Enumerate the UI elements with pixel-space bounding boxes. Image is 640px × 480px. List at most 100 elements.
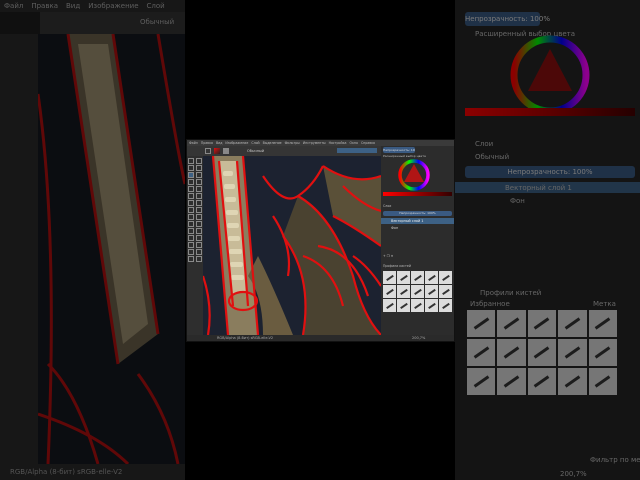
brush-preset[interactable] [425,271,438,284]
bezier-tool-icon[interactable] [188,193,194,199]
text-tool-icon[interactable] [195,158,202,164]
multibrush-icon[interactable] [195,200,202,206]
assistant-tool-icon[interactable] [188,228,194,234]
brush-tool-icon[interactable] [205,148,211,154]
polyline-tool-icon[interactable] [195,186,202,192]
brush-preset[interactable] [411,271,424,284]
brush-preset[interactable] [425,285,438,298]
layer-actions: + ❐ ✕ [383,254,393,258]
bg-presets-title: Профили кистей [480,289,542,297]
bg-layers-opacity: Непрозрачность: 100% [465,166,635,178]
layer-name: Фон [391,226,399,230]
layer-row[interactable]: Фон [381,225,454,231]
bg-blend-mode: Обычный [140,18,175,26]
canvas-area[interactable] [203,156,381,335]
bg-menu-file: Файл [4,2,24,10]
bg-preset [527,339,557,366]
color-history-bar[interactable] [383,192,452,196]
fill-tool-icon[interactable] [188,221,194,227]
pattern-icon[interactable] [223,148,229,154]
brush-preset[interactable] [425,299,438,312]
similar-select-icon[interactable] [195,249,202,255]
crop-tool-icon[interactable] [188,207,194,213]
bg-layer-selected: Векторный слой 1 [455,182,640,193]
bg-preset [527,310,557,337]
bg-preset [467,310,496,337]
add-icon[interactable]: + [383,254,386,258]
delete-icon[interactable]: ✕ [391,254,394,258]
size-slider[interactable] [337,148,377,153]
brush-preset[interactable] [411,299,424,312]
brush-preset[interactable] [397,271,410,284]
bg-menu-edit: Правка [31,2,58,10]
dynamic-brush-icon[interactable] [188,200,194,206]
bg-canvas [38,34,185,464]
bg-preset [467,339,496,366]
brush-preset[interactable] [397,299,410,312]
bg-menu-layer: Слой [146,2,165,10]
status-color-space: RGB/Alpha (8-бит) sRGB-elle-V2 [217,336,274,340]
bg-opacity-pill: Непрозрачность: 100% [465,12,550,26]
polygon-tool-icon[interactable] [188,186,194,192]
bg-brush-search: Метка [593,300,616,308]
brush-preset[interactable] [383,285,396,298]
bg-layer-name-1: Фон [510,197,525,205]
bg-color-wheel [510,35,590,115]
bg-preset [497,310,526,337]
ellipse-select-icon[interactable] [195,235,202,241]
bg-layers-blend: Обычный [475,153,510,161]
bg-color-bar [465,108,635,116]
copy-icon[interactable]: ❐ [387,254,390,258]
freehand-path-icon[interactable] [195,193,202,199]
ellipse-tool-icon[interactable] [195,179,202,185]
blend-mode-select[interactable]: Обычный [247,148,264,154]
bg-status-text: RGB/Alpha (8-бит) sRGB-elle-V2 [10,468,123,476]
brush-preset[interactable] [439,285,452,298]
polygon-select-icon[interactable] [188,242,194,248]
gradient-tool-icon[interactable] [195,214,202,220]
calligraphy-icon[interactable] [195,165,202,171]
layer-row[interactable]: Векторный слой 1 [381,218,454,224]
color-swatch[interactable] [214,148,220,154]
brush-preset[interactable] [439,271,452,284]
rect-select-icon[interactable] [188,235,194,241]
transform-tool-icon[interactable] [188,214,194,220]
freehand-select-icon[interactable] [195,242,202,248]
color-wheel[interactable] [397,158,431,192]
bg-preset [588,310,617,337]
line-tool-icon[interactable] [195,172,202,178]
bg-brush-tag: Избранное [470,300,510,308]
opacity-button[interactable]: Непрозрачность: 100% [383,147,415,153]
bg-layer-name-0: Векторный слой 1 [505,184,572,192]
zoom-tool-icon[interactable] [188,256,194,262]
bg-preset [588,368,617,395]
select-shapes-icon[interactable] [188,158,194,164]
artwork [203,156,381,335]
bg-preset [497,368,526,395]
brush-preset[interactable] [439,299,452,312]
bg-layers-title: Слои [475,140,494,148]
measure-tool-icon[interactable] [195,228,202,234]
color-picker-icon[interactable] [195,221,202,227]
brush-preset[interactable] [383,271,396,284]
background-left-mirror: Файл Правка Вид Изображение Слой Обычный… [0,0,185,480]
edit-shapes-icon[interactable] [188,165,194,171]
layers-opacity[interactable]: Непрозрачность: 100% [383,211,452,216]
rectangle-tool-icon[interactable] [188,179,194,185]
bg-menu-image: Изображение [88,2,139,10]
brush-preset-grid [383,271,452,312]
brush-preset[interactable] [411,285,424,298]
zoom-level[interactable]: 200,7% [412,335,425,341]
bg-filter-label: Фильтр по меткам [590,456,640,464]
bg-preset [558,368,587,395]
pan-tool-icon[interactable] [195,256,202,262]
contiguous-select-icon[interactable] [188,249,194,255]
bg-preset [467,368,496,395]
bg-preset [558,310,587,337]
brush-preset[interactable] [397,285,410,298]
freehand-brush-icon[interactable] [188,172,194,178]
krita-window: Файл Правка Вид Изображение Слой Выделен… [186,139,455,342]
layer-name: Векторный слой 1 [391,219,424,223]
move-tool-icon[interactable] [195,207,202,213]
brush-preset[interactable] [383,299,396,312]
